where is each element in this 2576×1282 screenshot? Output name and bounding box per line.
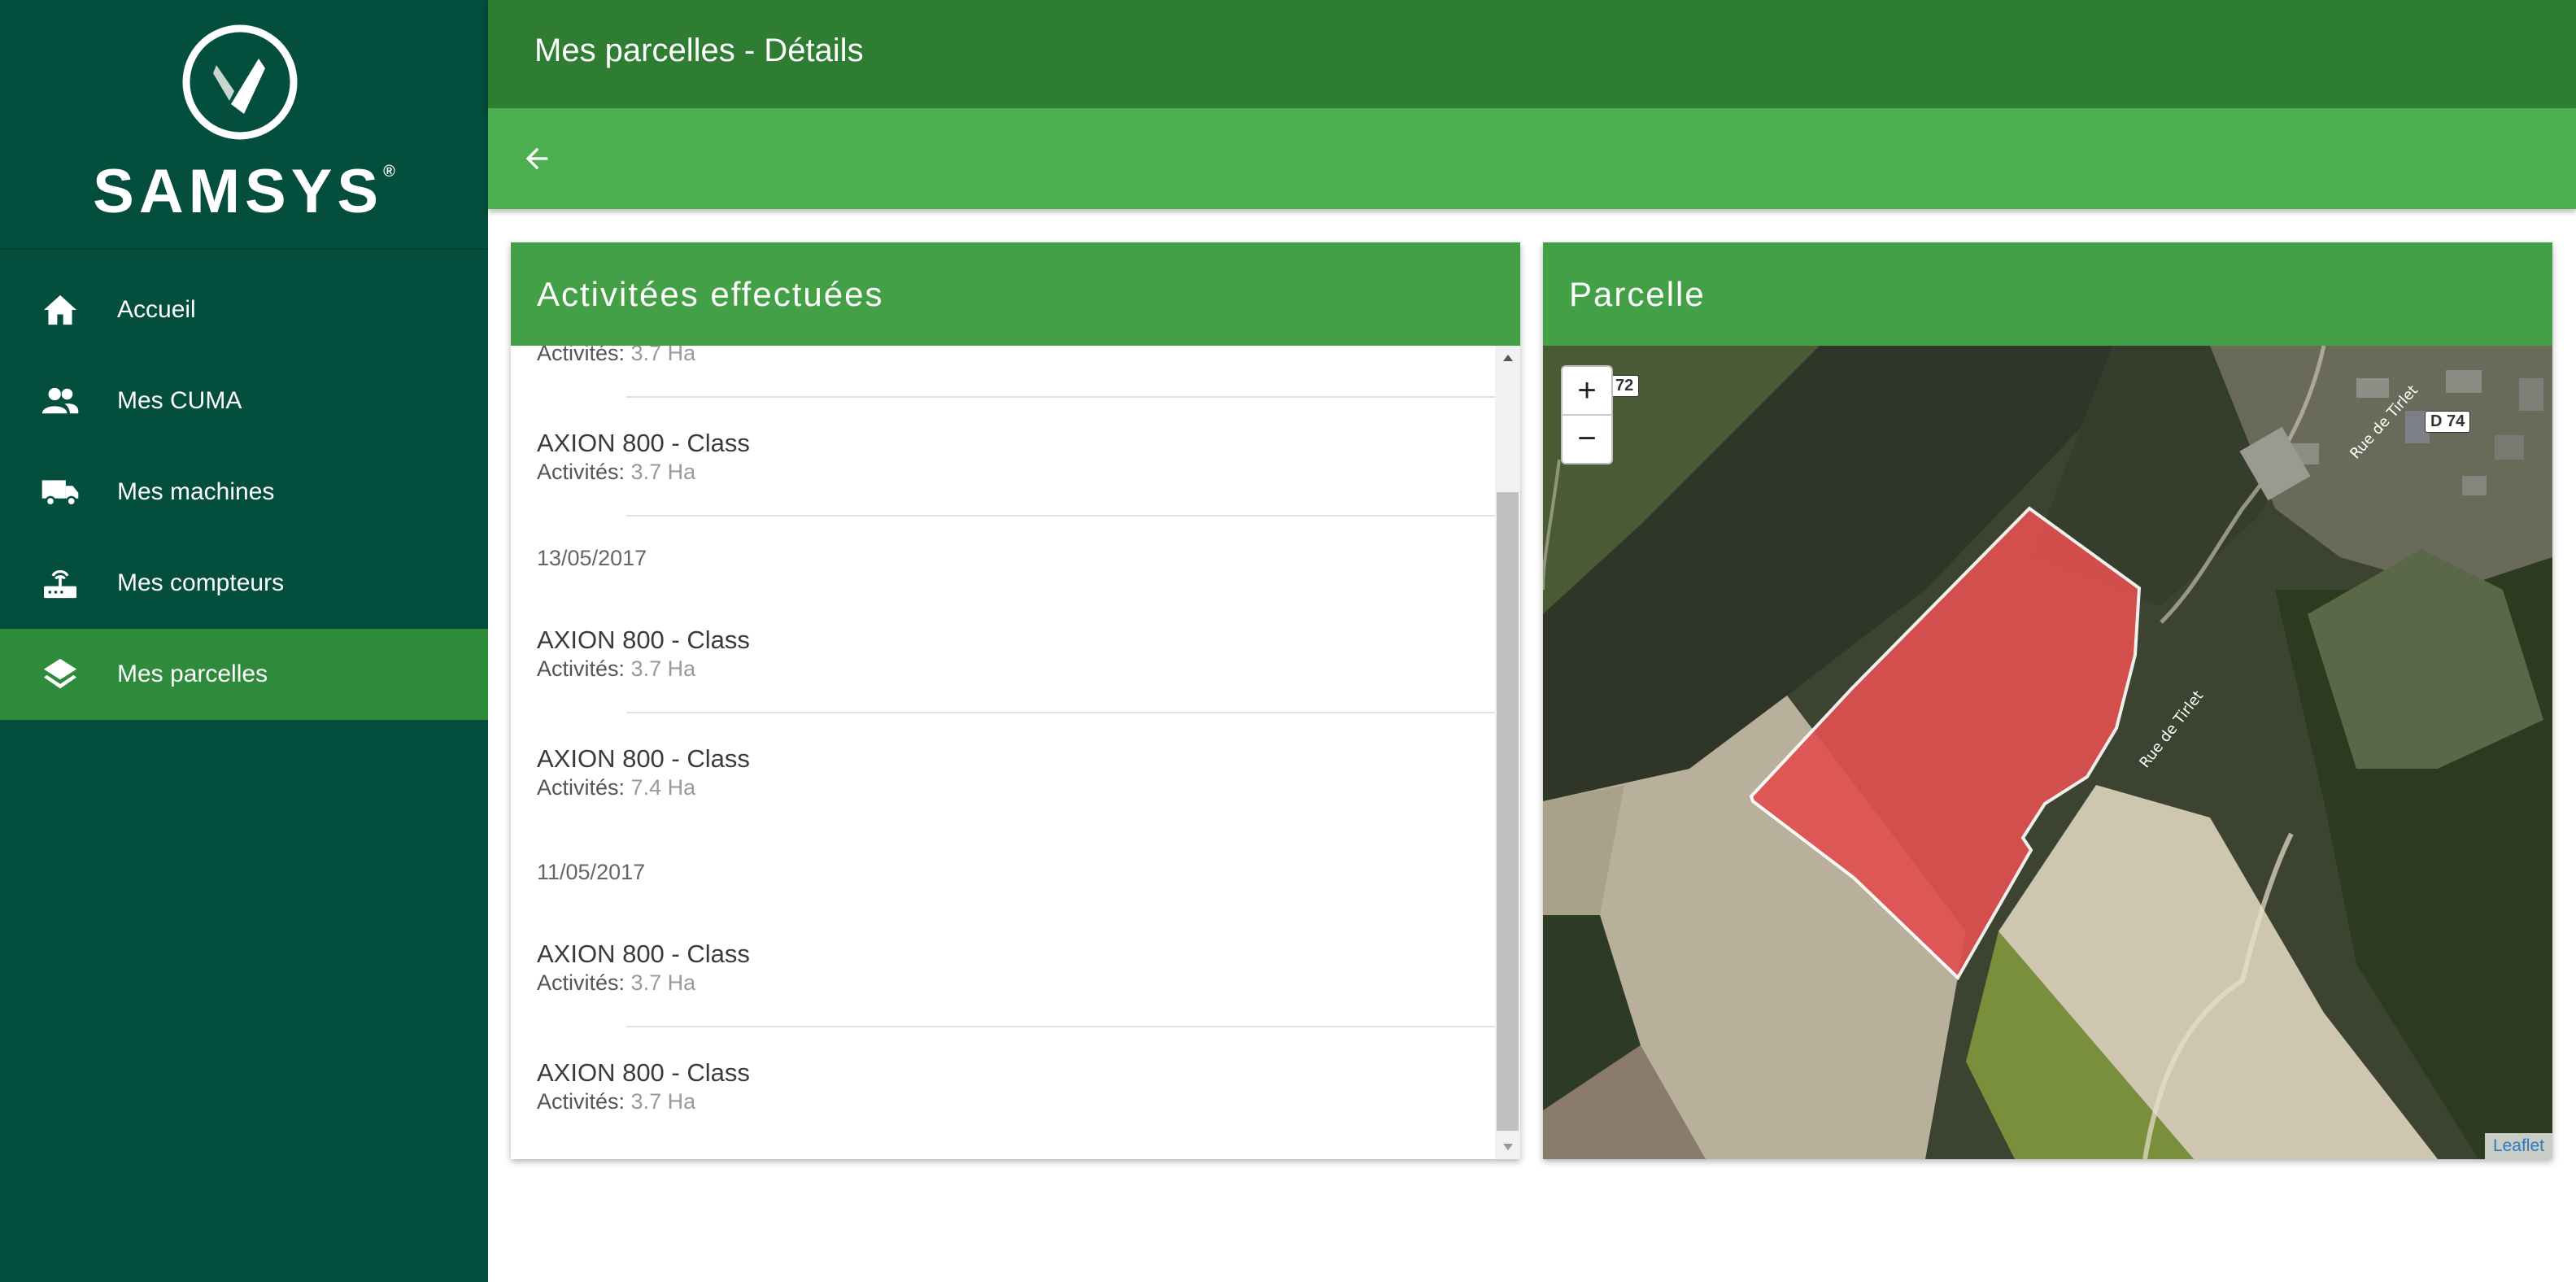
road-label: 72 [1610,375,1640,397]
activities-list[interactable]: Activités: 3.7 Ha AXION 800 - Class Acti… [511,346,1495,1159]
divider [626,1026,1495,1027]
parcel-card-header: Parcelle [1543,242,2552,346]
sidebar-item-mes-cuma[interactable]: Mes CUMA [0,355,488,447]
road-label: D 74 [2425,411,2471,433]
zoom-control: + − [1561,365,1613,464]
activity-subtitle: Activités: 3.7 Ha [537,1089,696,1114]
satellite-map[interactable]: Rue de Tirlet Rue de Tirlet [1543,346,2552,1159]
divider [626,515,1495,517]
activity-date: 13/05/2017 [537,546,647,570]
parcel-card: Parcelle Rue de Tirlet Rue de Tirlet 72 … [1543,242,2552,1159]
app-header: Mes parcelles - Détails [488,0,2576,108]
sidebar-item-label: Mes machines [117,478,275,505]
samsys-logo-icon [182,24,298,140]
page-title: Mes parcelles - Détails [534,33,864,68]
activities-card-title: Activitées effectuées [537,275,884,313]
activity-subtitle: Activités: 3.7 Ha [537,656,696,681]
logo[interactable]: SAMSYS® [0,0,488,250]
sidebar-item-label: Mes parcelles [117,661,268,687]
sidebar-item-label: Mes compteurs [117,569,285,596]
truck-icon [41,473,80,512]
sidebar-item-accueil[interactable]: Accueil [0,264,488,355]
parcel-map[interactable]: Rue de Tirlet Rue de Tirlet 72 D 74 + − … [1543,346,2552,1159]
home-icon [41,290,80,329]
activity-machine: AXION 800 - Class [537,626,750,654]
sidebar-item-label: Accueil [117,296,196,323]
parcel-card-title: Parcelle [1569,275,1706,313]
activity-subtitle: Activités: 3.7 Ha [537,460,696,484]
activity-machine: AXION 800 - Class [537,744,750,773]
sidebar-item-mes-parcelles[interactable]: Mes parcelles [0,629,488,720]
arrow-left-icon [525,147,548,170]
activity-subtitle: Activités: 7.4 Ha [537,775,696,800]
scroll-up-icon[interactable] [1495,346,1520,370]
zoom-out-button[interactable]: − [1563,415,1611,462]
group-icon [41,382,80,421]
sidebar: SAMSYS® Accueil Mes CUMA Mes machines Me… [0,0,488,1282]
zoom-in-button[interactable]: + [1563,367,1611,416]
router-icon [41,564,80,603]
activity-date: 11/05/2017 [537,860,646,884]
sidebar-item-label: Mes CUMA [117,387,242,414]
divider [626,396,1495,398]
activity-machine: AXION 800 - Class [537,940,750,968]
sidebar-item-mes-machines[interactable]: Mes machines [0,447,488,538]
layers-icon [41,655,80,694]
scroll-down-icon[interactable] [1495,1135,1520,1159]
sidebar-nav: Accueil Mes CUMA Mes machines Mes compte… [0,264,488,720]
activities-scrollbar[interactable] [1495,346,1520,1159]
activities-card: Activitées effectuées Activités: 3.7 Ha … [511,242,1520,1159]
toolbar [488,108,2576,209]
brand-name: SAMSYS® [93,157,395,226]
scroll-thumb[interactable] [1497,492,1519,1131]
map-attribution-link[interactable]: Leaflet [2484,1133,2552,1159]
activity-subtitle: Activités: 3.7 Ha [537,970,696,995]
activity-machine: AXION 800 - Class [537,429,750,457]
activity-machine: AXION 800 - Class [537,1058,750,1087]
sidebar-item-mes-compteurs[interactable]: Mes compteurs [0,538,488,629]
back-button[interactable] [511,133,563,185]
activities-card-header: Activitées effectuées [511,242,1520,346]
activity-subtitle: Activités: 3.7 Ha [537,346,696,365]
divider [626,712,1495,713]
